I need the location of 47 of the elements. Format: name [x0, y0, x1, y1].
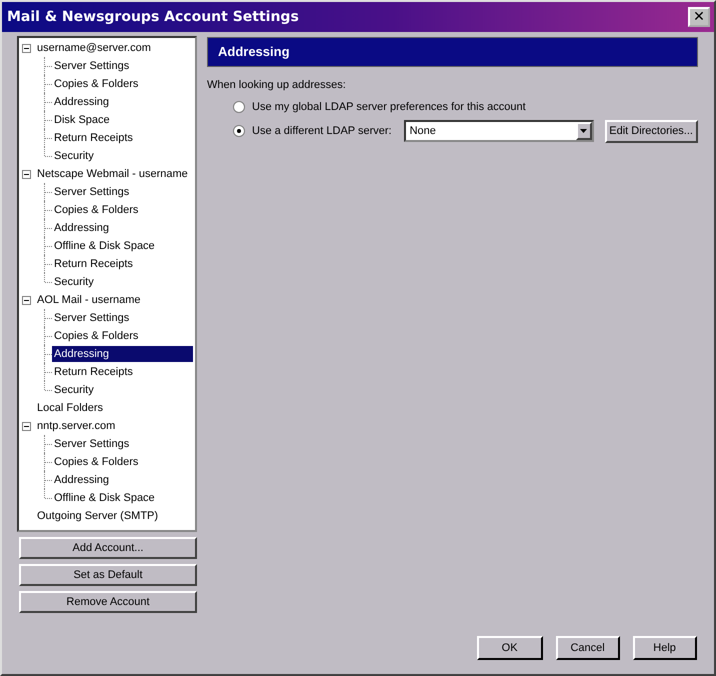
option-label: Use my global LDAP server preferences for this account [252, 101, 526, 113]
collapse-icon[interactable] [22, 422, 31, 430]
collapse-icon[interactable] [22, 170, 31, 178]
dialog-button[interactable]: OK [476, 636, 543, 660]
tree-item[interactable]: username@server.com [35, 40, 153, 56]
option-label: Use a different LDAP server: [252, 125, 392, 137]
tree-item[interactable]: Return Receipts [52, 130, 135, 146]
tree-item[interactable]: Copies & Folders [52, 76, 140, 92]
prompt-text: When looking up addresses: [207, 79, 347, 91]
tree-item[interactable]: Addressing [52, 94, 112, 110]
tree-item[interactable]: Return Receipts [52, 256, 135, 272]
tree-item[interactable]: Offline & Disk Space [52, 490, 157, 506]
tree-item[interactable]: Server Settings [52, 184, 132, 200]
tree-item[interactable]: Addressing [52, 220, 112, 236]
tree-item[interactable]: Outgoing Server (SMTP) [35, 508, 160, 524]
radio-button[interactable] [233, 101, 245, 113]
tree-item[interactable]: Security [52, 148, 96, 164]
account-button[interactable]: Add Account... [19, 537, 197, 559]
tree-item[interactable]: nntp.server.com [35, 418, 118, 434]
window-title: Mail & Newsgroups Account Settings [7, 9, 299, 25]
tree-item[interactable]: Security [52, 274, 96, 290]
ldap-server-dropdown[interactable]: None [404, 120, 594, 142]
tree-item[interactable]: Server Settings [52, 436, 132, 452]
dialog-button[interactable]: Cancel [556, 636, 620, 660]
tree-item[interactable]: Copies & Folders [52, 202, 140, 218]
tree-item[interactable]: Addressing [52, 346, 193, 362]
panel-header: Addressing [207, 37, 698, 67]
tree-item[interactable]: Server Settings [52, 310, 132, 326]
tree-item[interactable]: Copies & Folders [52, 454, 140, 470]
tree-item[interactable]: Disk Space [52, 112, 112, 128]
tree-item[interactable]: Security [52, 382, 96, 398]
account-button[interactable]: Remove Account [19, 591, 197, 613]
account-button[interactable]: Set as Default [19, 564, 197, 586]
radio-button[interactable] [233, 125, 245, 137]
tree-item[interactable]: Local Folders [35, 400, 106, 416]
tree-item[interactable]: Addressing [52, 472, 112, 488]
dialog-button[interactable]: Help [632, 636, 697, 660]
collapse-icon[interactable] [22, 296, 31, 304]
tree-item[interactable]: Netscape Webmail - username [35, 166, 190, 182]
tree-item[interactable]: Offline & Disk Space [52, 238, 157, 254]
tree-item[interactable]: Return Receipts [52, 364, 135, 380]
tree-item[interactable]: AOL Mail - username [35, 292, 143, 308]
close-button[interactable]: ✕ [688, 7, 710, 27]
edit-directories-button[interactable]: Edit Directories... [604, 120, 698, 142]
collapse-icon[interactable] [22, 44, 31, 52]
tree-item[interactable]: Server Settings [52, 58, 132, 74]
tree-item[interactable]: Copies & Folders [52, 328, 140, 344]
